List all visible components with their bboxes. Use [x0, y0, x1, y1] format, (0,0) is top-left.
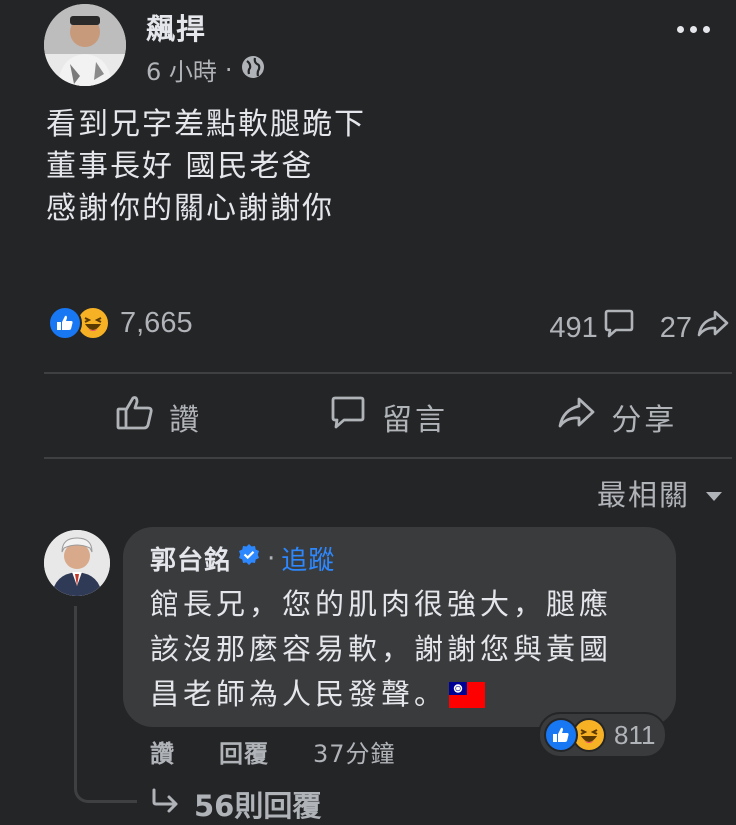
reactions-summary[interactable]: 7,665 — [48, 306, 193, 340]
author-avatar[interactable] — [44, 4, 126, 86]
like-button[interactable]: 讚 — [44, 394, 273, 440]
comment-label: 留言 — [381, 403, 448, 438]
divider — [44, 372, 732, 374]
dot — [677, 26, 684, 33]
reply-arrow-icon — [150, 787, 180, 821]
action-bar: 讚 留言 分享 — [44, 382, 732, 452]
comment-actions: 讚 回覆 37分鐘 — [150, 734, 396, 769]
globe-icon — [241, 55, 265, 85]
comment-reaction-count: 811 — [614, 719, 656, 750]
view-replies-button[interactable]: 56則回覆 — [150, 783, 321, 825]
view-replies-label: 56則回覆 — [194, 789, 322, 823]
sort-label: 最相關 — [596, 478, 690, 512]
dot — [703, 26, 710, 33]
comment-line-last: 昌老師為人民發聲。 — [150, 672, 612, 717]
post-stats: 491 27 — [549, 308, 730, 348]
like-label: 讚 — [169, 403, 203, 438]
comment-line: 昌老師為人民發聲。 — [150, 677, 448, 711]
post-text: 看到兄字差點軟腿跪下 董事長好 國民老爸 感謝你的關心謝謝你 — [46, 104, 366, 230]
share-button[interactable]: 分享 — [503, 394, 732, 440]
meta-separator: · — [224, 55, 233, 84]
comments-stat[interactable]: 491 — [549, 308, 635, 348]
comment-reactions[interactable]: 811 — [538, 712, 668, 758]
comment-icon — [602, 308, 636, 348]
commenter-name[interactable]: 郭台銘 — [150, 540, 231, 577]
more-options-button[interactable] — [677, 26, 710, 33]
comment-icon — [328, 394, 368, 440]
shares-stat[interactable]: 27 — [660, 308, 730, 348]
thumbs-up-icon — [115, 394, 155, 440]
header-dot: · — [267, 543, 276, 574]
shares-count: 27 — [659, 311, 692, 344]
author-name[interactable]: 飆捍 — [146, 6, 206, 48]
share-icon — [557, 394, 597, 440]
post-line: 董事長好 國民老爸 — [46, 149, 314, 184]
post-line: 看到兄字差點軟腿跪下 — [46, 107, 366, 142]
comment-sort-dropdown[interactable]: 最相關 — [597, 472, 724, 514]
caret-down-icon — [704, 476, 724, 510]
post-meta: 6 小時 · — [146, 52, 265, 87]
post-line: 感謝你的關心謝謝你 — [46, 191, 334, 226]
comment-line: 該沒那麼容易軟，謝謝您與黃國 — [150, 632, 613, 666]
reaction-count: 7,665 — [120, 306, 193, 339]
comments-count: 491 — [549, 311, 598, 344]
like-icon — [544, 718, 578, 752]
comment-timestamp[interactable]: 37分鐘 — [313, 734, 396, 769]
follow-button[interactable]: 追蹤 — [281, 540, 335, 577]
comment-reply-button[interactable]: 回覆 — [219, 734, 269, 769]
post-time[interactable]: 6 小時 — [146, 52, 217, 87]
share-label: 分享 — [611, 403, 678, 438]
like-icon — [48, 306, 82, 340]
divider — [44, 457, 732, 459]
verified-badge-icon — [237, 543, 261, 574]
comment-like-button[interactable]: 讚 — [150, 734, 175, 769]
taiwan-flag-icon — [449, 681, 486, 708]
comment-line: 館長兄，您的肌肉很強大，腿應 — [150, 587, 613, 621]
comment-button[interactable]: 留言 — [273, 394, 502, 440]
share-icon — [696, 308, 730, 348]
dot — [690, 26, 697, 33]
comment-text: 館長兄，您的肌肉很強大，腿應 該沒那麼容易軟，謝謝您與黃國 昌老師為人民發聲。 — [150, 582, 612, 717]
comment-header: 郭台銘 · 追蹤 — [150, 540, 335, 577]
commenter-avatar[interactable] — [44, 530, 110, 596]
